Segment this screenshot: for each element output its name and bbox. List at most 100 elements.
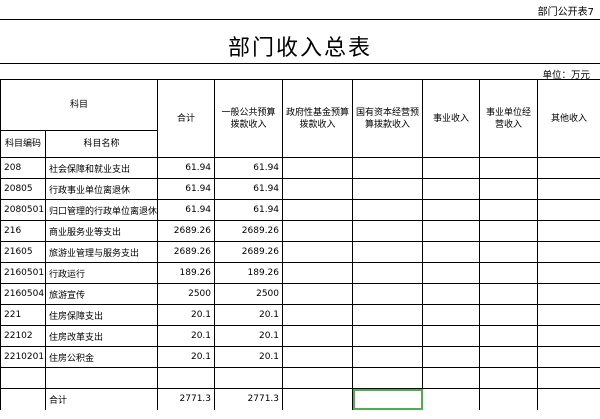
fund-budget-cell (282, 367, 354, 389)
table-row: 2080501 归口管理的行政单位离退休 61.94 61.94 (0, 199, 600, 221)
state-capital-cell (352, 178, 424, 200)
unit-operating-cell (479, 157, 539, 179)
other-income-cell (537, 367, 600, 389)
gen-budget-cell: 61.94 (214, 178, 284, 200)
state-capital-cell (352, 199, 424, 221)
table-row: 216 商业服务业等支出 2689.26 2689.26 (0, 220, 600, 242)
gen-budget-cell: 2689.26 (214, 241, 284, 263)
page-title: 部门收入总表 (227, 36, 372, 61)
unit-operating-cell (479, 241, 539, 263)
total-cell: 20.1 (157, 346, 216, 368)
gen-budget-cell (214, 367, 284, 389)
total-cell (157, 367, 216, 389)
table-row: 2160501 行政运行 189.26 189.26 (0, 262, 600, 284)
unit-operating-cell (479, 262, 539, 284)
business-income-cell (422, 283, 481, 305)
total-business-income (422, 388, 481, 410)
gen-budget-cell: 20.1 (214, 346, 284, 368)
fund-budget-header: 政府性基金预算拨款收入 (282, 79, 354, 158)
fund-budget-cell (282, 262, 354, 284)
other-income-cell (537, 304, 600, 326)
header-row-1: 科目 合计 一般公共预算拨款收入 政府性基金预算拨款收入 国有资本经营预算拨款收… (0, 79, 600, 158)
state-capital-cell (352, 262, 424, 284)
fund-budget-cell (282, 241, 354, 263)
fund-budget-cell (282, 157, 354, 179)
subject-code-cell: 208 (0, 157, 46, 179)
other-income-cell (537, 346, 600, 368)
subject-name-cell: 商业服务业等支出 (44, 220, 159, 242)
total-sum: 2771.3 (157, 388, 216, 410)
code-header: 科目编码 (0, 130, 46, 158)
unit-operating-cell (479, 325, 539, 347)
table-row: 2160504 旅游宣传 2500 2500 (0, 283, 600, 305)
unit-operating-cell (479, 346, 539, 368)
business-income-cell (422, 304, 481, 326)
unit-operating-cell (479, 220, 539, 242)
total-cell: 61.94 (157, 178, 216, 200)
fund-budget-cell (282, 283, 354, 305)
fund-budget-cell (282, 325, 354, 347)
business-income-cell (422, 157, 481, 179)
unit-operating-header: 事业单位经营收入 (479, 79, 539, 158)
subject-name-cell: 住房改革支出 (44, 325, 159, 347)
subject-code-cell: 22102 (0, 325, 46, 347)
state-capital-cell (352, 325, 424, 347)
fund-budget-cell (282, 220, 354, 242)
gen-budget-cell: 2689.26 (214, 220, 284, 242)
business-income-cell (422, 220, 481, 242)
subject-name-cell: 住房保障支出 (44, 304, 159, 326)
fund-budget-cell (282, 178, 354, 200)
other-income-cell (537, 325, 600, 347)
other-income-cell (537, 178, 600, 200)
income-table: 科目 合计 一般公共预算拨款收入 政府性基金预算拨款收入 国有资本经营预算拨款收… (0, 79, 600, 410)
total-cell: 20.1 (157, 325, 216, 347)
other-income-cell (537, 199, 600, 221)
total-cell: 61.94 (157, 199, 216, 221)
subject-code-cell: 2160504 (0, 283, 46, 305)
subject-code-cell: 221 (0, 304, 46, 326)
total-gen-budget: 2771.3 (214, 388, 284, 410)
title-divider (0, 63, 600, 64)
total-cell: 189.26 (157, 262, 216, 284)
unit-operating-cell (479, 199, 539, 221)
gen-budget-cell: 20.1 (214, 325, 284, 347)
state-capital-cell (352, 304, 424, 326)
business-income-header: 事业收入 (422, 79, 481, 158)
subject-group-header: 科目 (0, 79, 159, 131)
table-row: 2210201 住房公积金 20.1 20.1 (0, 346, 600, 368)
table-row: 20805 行政事业单位离退休 61.94 61.94 (0, 178, 600, 200)
total-other-income (537, 388, 600, 410)
gen-budget-cell: 20.1 (214, 304, 284, 326)
other-income-cell (537, 220, 600, 242)
subject-code-cell: 21605 (0, 241, 46, 263)
state-capital-cell (352, 367, 424, 389)
subject-code-cell: 20805 (0, 178, 46, 200)
total-cell: 61.94 (157, 157, 216, 179)
unit-operating-cell (479, 178, 539, 200)
report-number-label: 部门公开表7 (537, 7, 594, 18)
business-income-cell (422, 346, 481, 368)
subject-name-cell: 住房公积金 (44, 346, 159, 368)
header-divider (0, 19, 600, 20)
total-cell: 20.1 (157, 304, 216, 326)
total-code-cell (0, 388, 46, 410)
subject-name-cell: 行政运行 (44, 262, 159, 284)
subject-name-cell: 行政事业单位离退休 (44, 178, 159, 200)
selected-cell[interactable] (352, 388, 424, 410)
total-unit-operating (479, 388, 539, 410)
subject-code-cell: 2080501 (0, 199, 46, 221)
state-capital-cell (352, 220, 424, 242)
business-income-cell (422, 241, 481, 263)
total-cell: 2689.26 (157, 220, 216, 242)
state-capital-cell (352, 283, 424, 305)
table-row (0, 367, 600, 389)
other-income-header: 其他收入 (537, 79, 600, 158)
unit-operating-cell (479, 367, 539, 389)
table-row: 221 住房保障支出 20.1 20.1 (0, 304, 600, 326)
total-cell: 2689.26 (157, 241, 216, 263)
unit-operating-cell (479, 304, 539, 326)
business-income-cell (422, 325, 481, 347)
total-label: 合计 (44, 388, 159, 410)
subject-code-cell: 216 (0, 220, 46, 242)
gen-budget-header: 一般公共预算拨款收入 (214, 79, 284, 158)
